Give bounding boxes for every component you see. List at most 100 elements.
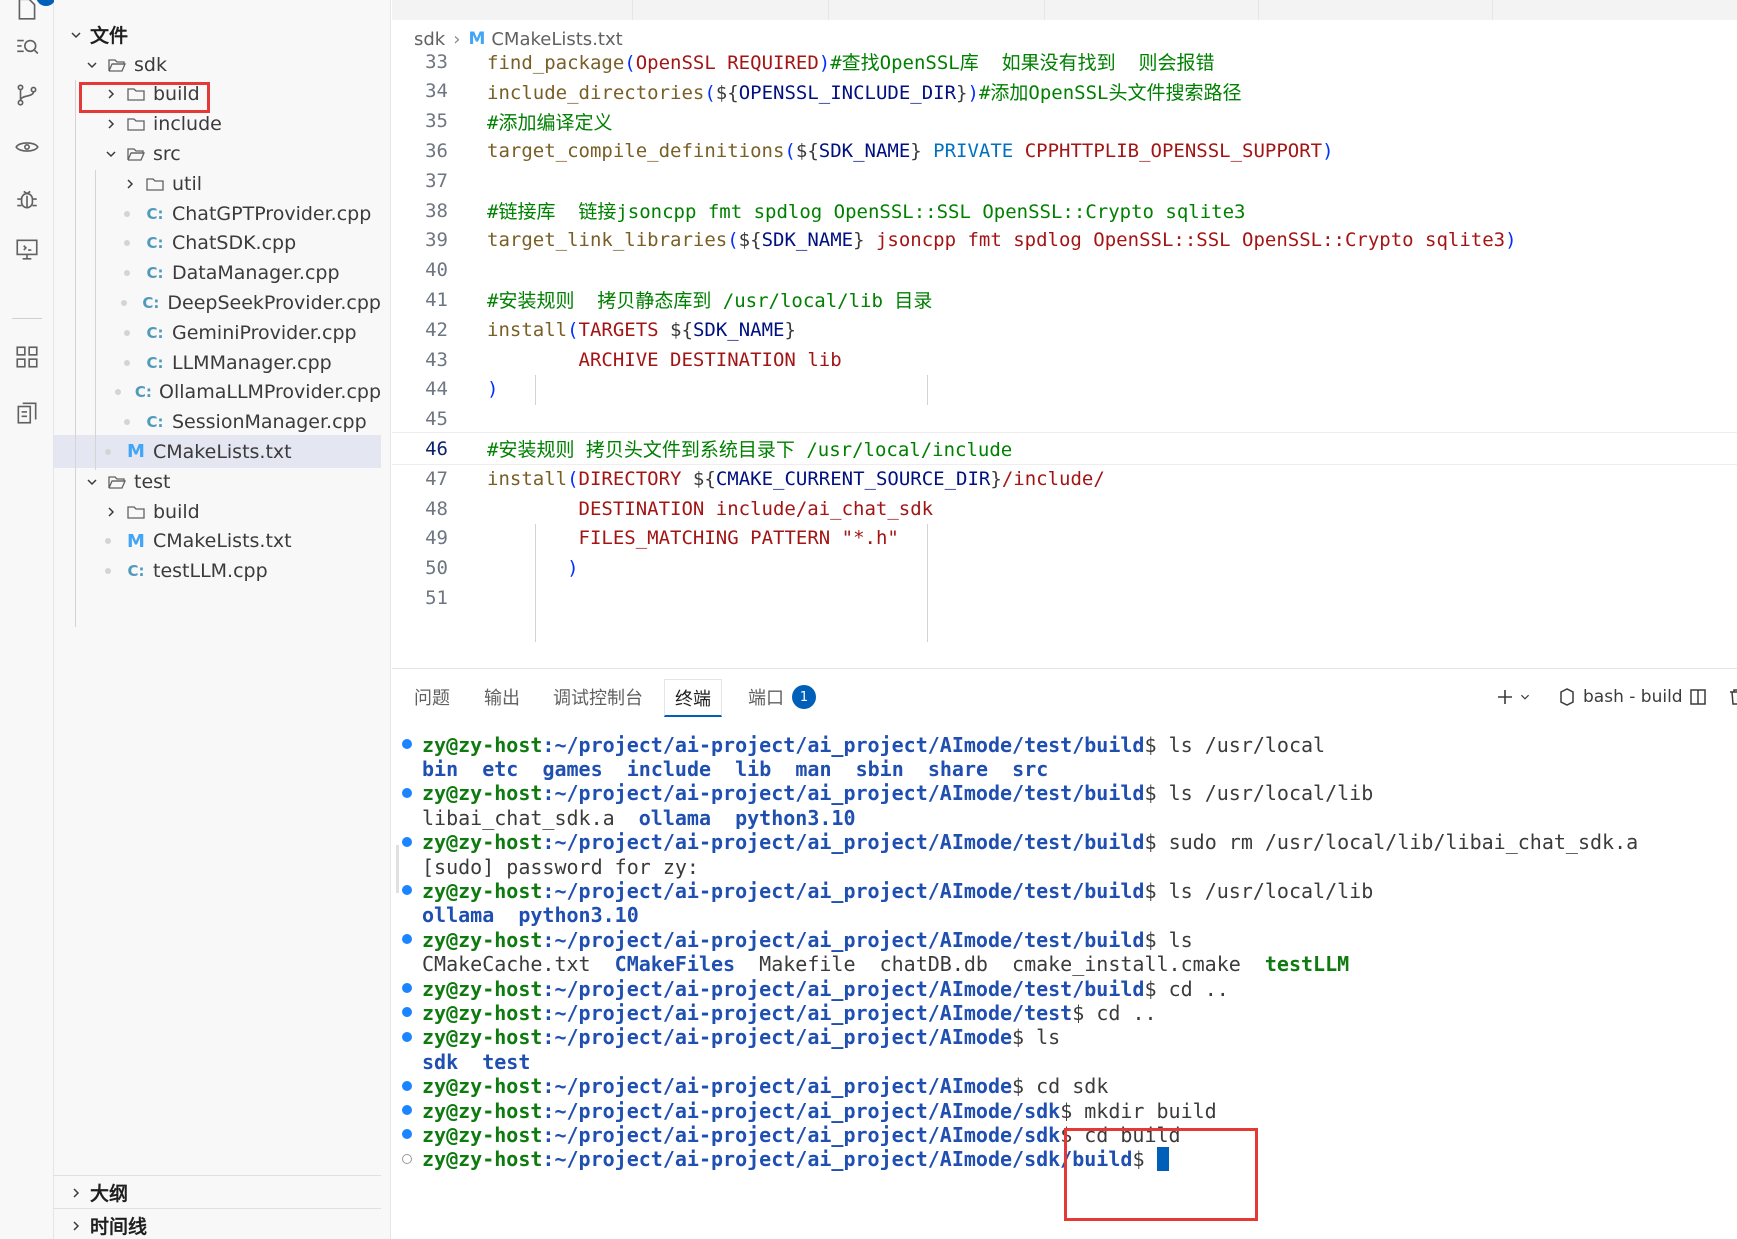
remote-explorer-icon[interactable]	[12, 132, 42, 162]
tree-item-label: GeminiProvider.cpp	[172, 321, 357, 344]
command-status-dot[interactable]	[402, 885, 412, 896]
code-token: #安装规则 拷贝头文件到系统目录下 /usr/local/include	[487, 439, 1013, 462]
command-status-dot[interactable]	[402, 1105, 412, 1115]
line-number: 51	[425, 586, 448, 609]
tree-item-cmakelists-txt[interactable]: M CMakeLists.txt	[54, 525, 381, 558]
tab-problems[interactable]: 问题	[414, 683, 450, 711]
editor-tab[interactable]	[632, 0, 828, 20]
search-icon[interactable]	[12, 32, 42, 62]
tab-terminal[interactable]: 终端	[664, 679, 722, 717]
command-status-dot[interactable]	[402, 934, 412, 945]
terminal-output-line: libai_chat_sdk.a ollama python3.10	[422, 804, 856, 831]
code-line: 35 #添加编译定义	[392, 105, 1737, 138]
tree-item-util[interactable]: util	[54, 167, 381, 200]
debug-icon[interactable]	[12, 184, 42, 214]
code-token: #添加编译定义	[487, 111, 613, 134]
command-status-dot[interactable]	[402, 787, 412, 798]
tab-ports[interactable]: 端口 1	[748, 683, 816, 711]
editor-tab[interactable]	[1492, 0, 1737, 20]
tab-output[interactable]: 输出	[484, 683, 520, 711]
tree-guide	[95, 170, 96, 470]
tree-item-sdk[interactable]: sdk	[54, 48, 381, 81]
tree-item-src[interactable]: src	[54, 137, 381, 170]
outline-section-header[interactable]: 大纲	[68, 1176, 395, 1209]
tree-item-chatsdk-cpp[interactable]: C: ChatSDK.cpp	[54, 227, 381, 260]
command-status-dot[interactable]	[402, 1080, 412, 1091]
tree-dot	[114, 384, 128, 400]
tree-item-testllm-cpp[interactable]: C: testLLM.cpp	[54, 555, 381, 588]
tree-item-label: CMakeLists.txt	[153, 440, 292, 463]
code-token: SDK_NAME	[761, 229, 854, 252]
prompt-user: zy@zy-host	[422, 1147, 543, 1172]
command-status-dot[interactable]	[402, 983, 412, 993]
remote-icon[interactable]	[12, 234, 42, 264]
tree-item-label: DeepSeekProvider.cpp	[167, 291, 381, 314]
terminal-text: CMakeCache.txt	[422, 952, 615, 977]
prompt-user: zy@zy-host	[422, 1000, 543, 1025]
terminal-selector[interactable]: bash - build	[1557, 683, 1683, 711]
tree-item-label: CMakeLists.txt	[153, 530, 292, 553]
command-status-dot[interactable]	[402, 1153, 412, 1164]
tree-item-ollamallmprovider-cpp[interactable]: C: OllamaLLMProvider.cpp	[54, 376, 381, 409]
prompt-path: :~/project/ai-project/ai_project/AImode	[542, 1025, 1013, 1050]
indent-guide	[927, 524, 928, 642]
terminal-icon	[1560, 688, 1574, 706]
terminal-text: sdk	[422, 1049, 459, 1074]
prompt-command: $ ls	[1144, 927, 1193, 952]
explorer-icon[interactable]: 2	[12, 0, 56, 24]
code-token: OPENSSL_INCLUDE_DIR	[738, 81, 957, 104]
tree-item-cmakelists-txt[interactable]: M CMakeLists.txt	[54, 435, 381, 469]
code-token: CMAKE_CURRENT_SOURCE_DIR	[715, 467, 991, 490]
tree-item-test[interactable]: test	[54, 465, 381, 498]
tree-item-datamanager-cpp[interactable]: C: DataManager.cpp	[54, 257, 381, 290]
editor-tab[interactable]	[828, 0, 1044, 20]
code-text: target_link_libraries(${SDK_NAME} jsoncp…	[487, 229, 1517, 251]
tree-item-label: testLLM.cpp	[153, 560, 268, 583]
tree-item-include[interactable]: include	[54, 108, 381, 141]
tree-item-geminiprovider-cpp[interactable]: C: GeminiProvider.cpp	[54, 316, 381, 349]
code-token: }	[784, 318, 796, 341]
folder-open-icon	[106, 54, 128, 76]
tree-item-build[interactable]: build	[54, 495, 381, 528]
tree-item-chatgptprovider-cpp[interactable]: C: ChatGPTProvider.cpp	[54, 197, 381, 230]
tree-item-llmmanager-cpp[interactable]: C: LLMManager.cpp	[54, 346, 381, 379]
command-status-dot[interactable]	[402, 1129, 412, 1140]
code-line: 44)	[392, 373, 1737, 406]
terminal-text: Makefile chatDB.db cmake_install.cmake	[735, 952, 1265, 977]
editor-tab[interactable]	[1258, 0, 1492, 20]
line-number: 49	[425, 527, 448, 550]
cpp-file-icon: C:	[142, 293, 160, 312]
chevron-down-icon	[1520, 694, 1530, 700]
terminal-text: games	[542, 756, 603, 781]
prompt-path: :~/project/ai-project/ai_project/AImode/…	[542, 927, 1145, 952]
command-status-dot[interactable]	[402, 836, 412, 847]
code-line: 50 )	[392, 552, 1737, 585]
command-status-dot[interactable]	[402, 1031, 412, 1042]
command-status-dot[interactable]	[402, 1007, 412, 1018]
code-token: DESTINATION lib	[670, 348, 842, 371]
kill-terminal-button[interactable]	[1726, 683, 1737, 711]
tree-item-build[interactable]: build	[54, 78, 381, 111]
tree-item-sessionmanager-cpp[interactable]: C: SessionManager.cpp	[54, 406, 381, 439]
tree-dot	[122, 206, 138, 222]
command-status-dot[interactable]	[402, 739, 412, 749]
extensions-icon[interactable]	[12, 342, 42, 372]
tree-item-deepseekprovider-cpp[interactable]: C: DeepSeekProvider.cpp	[54, 286, 381, 319]
code-text: install(TARGETS ${SDK_NAME}	[487, 319, 796, 341]
terminal-text: [sudo] password for zy:	[422, 854, 699, 879]
testing-icon[interactable]	[12, 398, 42, 428]
explorer-section-header[interactable]: 文件	[68, 18, 395, 51]
timeline-section-header[interactable]: 时间线	[68, 1209, 395, 1239]
new-terminal-button[interactable]	[1495, 683, 1531, 711]
split-terminal-button[interactable]	[1688, 683, 1708, 711]
code-line: 46 #安装规则 拷贝头文件到系统目录下 /usr/local/include	[392, 432, 1737, 466]
tab-debug-console[interactable]: 调试控制台	[553, 683, 643, 711]
source-control-icon[interactable]	[12, 80, 42, 110]
editor-tab[interactable]	[1044, 0, 1258, 20]
